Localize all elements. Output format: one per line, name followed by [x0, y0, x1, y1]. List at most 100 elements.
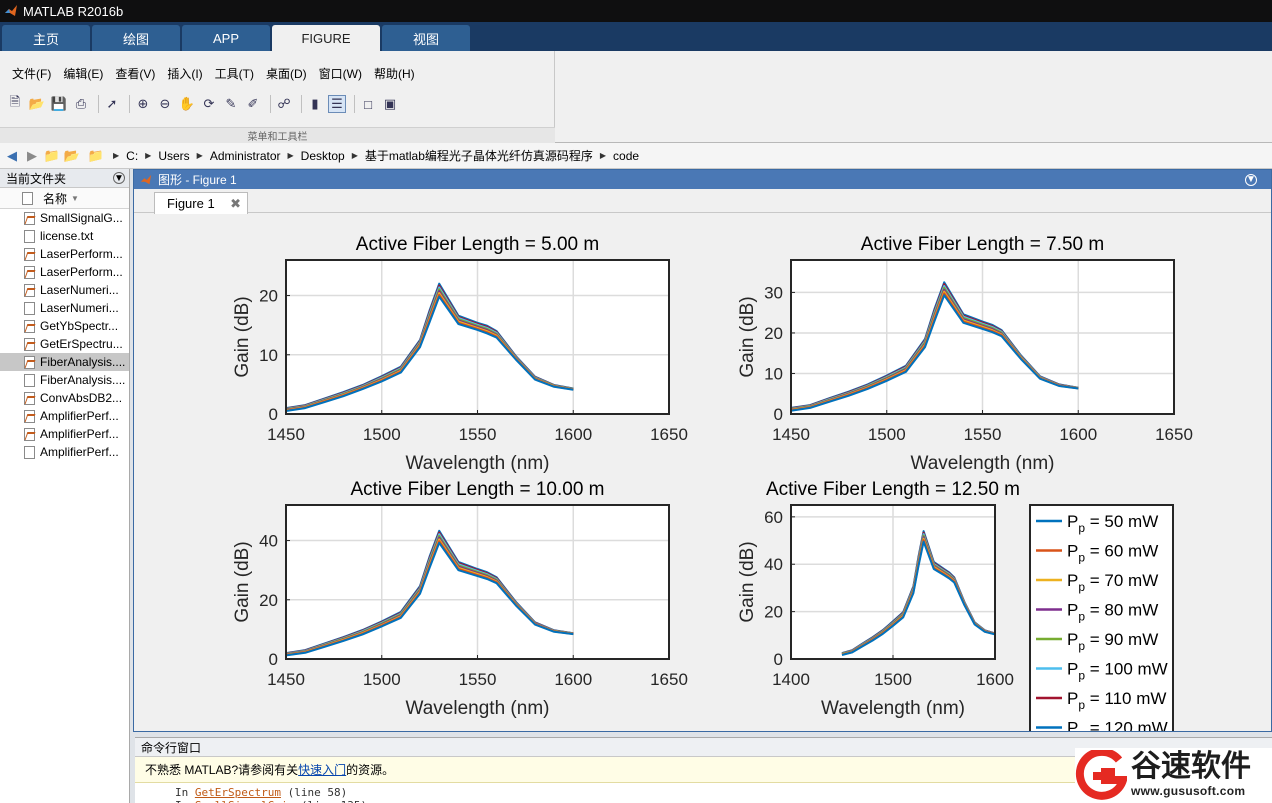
x-tick-label: 1550 — [459, 670, 497, 689]
fig-file-icon — [24, 373, 35, 387]
close-tab-icon[interactable]: ✖ — [230, 196, 241, 212]
matlab-logo-icon — [5, 5, 17, 16]
file-list: SmallSignalG... license.txt LaserPerform..… — [0, 209, 129, 461]
menu-item-6[interactable]: 窗口(W) — [313, 65, 368, 82]
rotate-3d-icon[interactable]: ⟳ — [200, 95, 218, 113]
subplot-4: 1400 1500 1600 0 20 40 60 Active Fiber Length =… — [737, 479, 1020, 719]
forward-arrow-icon[interactable]: ▶ — [22, 146, 42, 166]
file-list-item[interactable]: LaserNumeri... — [0, 281, 129, 299]
tab-figure-1[interactable]: Figure 1 ✖ — [154, 192, 248, 214]
subplot-3: 1450 1500 1550 1600 1650 0 20 40 Active Fiber Le… — [232, 479, 688, 719]
file-name: AmplifierPerf... — [40, 445, 119, 459]
new-figure-icon[interactable]: 🗎 — [6, 94, 24, 113]
breadcrumb-separator-icon[interactable]: ▶ — [352, 151, 358, 160]
breadcrumb-separator-icon[interactable]: ▶ — [600, 151, 606, 160]
file-list-item[interactable]: SmallSignalG... — [0, 209, 129, 227]
breadcrumb-separator-icon[interactable]: ▶ — [145, 151, 151, 160]
tab-app[interactable]: APP — [182, 25, 270, 51]
panel-options-icon[interactable]: ▼ — [113, 172, 125, 184]
menu-item-4[interactable]: 工具(T) — [209, 65, 260, 82]
breadcrumb-item[interactable]: code — [613, 149, 639, 163]
y-tick-label: 0 — [269, 650, 278, 669]
menu-item-7[interactable]: 帮助(H) — [368, 65, 421, 82]
toolbar-separator — [270, 95, 271, 113]
getting-started-link[interactable]: 快速入门 — [298, 761, 346, 778]
tab-figure[interactable]: FIGURE — [272, 25, 380, 51]
breadcrumb-separator-icon[interactable]: ▶ — [113, 151, 119, 160]
tab-主页[interactable]: 主页 — [2, 25, 90, 51]
file-list-item[interactable]: LaserPerform... — [0, 245, 129, 263]
legend-entry-prefix: P — [1067, 660, 1078, 679]
file-list-item[interactable]: FiberAnalysis.... — [0, 353, 129, 371]
colorbar-icon[interactable]: ▮ — [306, 95, 324, 113]
breadcrumb-item[interactable]: 基于matlab编程光子晶体光纤仿真源码程序 — [365, 147, 593, 164]
file-list-item[interactable]: GetYbSpectr... — [0, 317, 129, 335]
file-list-item[interactable]: AmplifierPerf... — [0, 425, 129, 443]
command-function-link[interactable]: GetErSpectrum — [195, 786, 281, 799]
breadcrumb-separator-icon[interactable]: ▶ — [197, 151, 203, 160]
menu-item-0[interactable]: 文件(F) — [6, 65, 57, 82]
figure-canvas[interactable]: 1450 1500 1550 1600 1650 0 10 20 Active Fiber Le… — [134, 214, 1271, 731]
data-cursor-icon[interactable]: ✎ — [222, 95, 240, 113]
y-tick-label: 60 — [764, 508, 783, 527]
x-tick-label: 1600 — [554, 425, 592, 444]
menu-item-1[interactable]: 编辑(E) — [57, 65, 109, 82]
up-folder-icon[interactable]: 📁 — [42, 146, 62, 166]
menu-item-2[interactable]: 查看(V) — [109, 65, 161, 82]
tab-视图[interactable]: 视图 — [382, 25, 470, 51]
link-plot-icon[interactable]: ☍ — [275, 95, 293, 113]
figure-toolbar: 🗎 📂 💾 ⎙ ➚ ⊕ ⊖ ✋ ⟳ ✎ ✐ ☍ ▮ ☰ □ ▣ — [6, 94, 403, 113]
window-title: MATLAB R2016b — [23, 3, 124, 19]
browse-folder-icon[interactable]: 📂 — [62, 146, 82, 166]
x-tick-label: 1450 — [267, 425, 305, 444]
open-file-icon[interactable]: 📂 — [28, 95, 46, 113]
file-name: AmplifierPerf... — [40, 409, 119, 423]
breadcrumb-separator-icon[interactable]: ▶ — [288, 151, 294, 160]
breadcrumb-item[interactable]: Administrator — [210, 149, 281, 163]
file-list-item[interactable]: ConvAbsDB2... — [0, 389, 129, 407]
zoom-out-icon[interactable]: ⊖ — [156, 95, 174, 113]
save-icon[interactable]: 💾 — [50, 95, 68, 113]
back-arrow-icon[interactable]: ◀ — [2, 146, 22, 166]
legend-icon[interactable]: ☰ — [328, 95, 346, 113]
figure-plot-area: 1450 1500 1550 1600 1650 0 10 20 Active Fiber Le… — [232, 234, 1193, 731]
legend-entry-prefix: P — [1067, 601, 1078, 620]
hide-plot-tools-icon[interactable]: □ — [359, 95, 377, 113]
breadcrumb-item[interactable]: Users — [158, 149, 189, 163]
figure-window-menu-icon[interactable]: ▼ — [1245, 173, 1257, 186]
subplot-title: Active Fiber Length = 12.50 m — [766, 479, 1020, 500]
menu-item-3[interactable]: 插入(I) — [161, 65, 208, 82]
file-list-item[interactable]: GetErSpectru... — [0, 335, 129, 353]
file-list-item[interactable]: LaserNumeri... — [0, 299, 129, 317]
figure-window-title: 图形 - Figure 1 — [158, 173, 237, 187]
menu-item-5[interactable]: 桌面(D) — [260, 65, 313, 82]
file-list-item[interactable]: LaserPerform... — [0, 263, 129, 281]
select-arrow-icon[interactable]: ➚ — [103, 95, 121, 113]
pan-hand-icon[interactable]: ✋ — [178, 95, 196, 113]
file-list-item[interactable]: AmplifierPerf... — [0, 443, 129, 461]
name-column-header[interactable]: 名称 ▼ — [0, 188, 129, 209]
zoom-in-icon[interactable]: ⊕ — [134, 95, 152, 113]
figure-window-titlebar: 图形 - Figure 1 ▼ — [134, 170, 1271, 189]
command-function-link[interactable]: SmallSignalGain — [195, 799, 294, 803]
tab-绘图[interactable]: 绘图 — [92, 25, 180, 51]
file-list-item[interactable]: FiberAnalysis.... — [0, 371, 129, 389]
menu-bar: 文件(F) 编辑(E) 查看(V) 插入(I) 工具(T) 桌面(D) 窗口(W) 帮助(H) — [6, 65, 421, 82]
y-axis-label: Gain (dB) — [232, 541, 253, 622]
legend-entry-value: = 80 mW — [1085, 601, 1158, 620]
breadcrumb-item[interactable]: Desktop — [301, 149, 345, 163]
figure-tab-bar: Figure 1 ✖ — [134, 189, 1271, 214]
file-list-item[interactable]: AmplifierPerf... — [0, 407, 129, 425]
file-list-item[interactable]: license.txt — [0, 227, 129, 245]
command-line-suffix: (line 58) — [280, 786, 348, 799]
brush-icon[interactable]: ✐ — [244, 95, 262, 113]
x-tick-label: 1500 — [363, 425, 401, 444]
mfile-icon — [24, 319, 35, 333]
print-icon[interactable]: ⎙ — [72, 95, 90, 113]
mfile-icon — [24, 409, 35, 423]
y-tick-label: 10 — [764, 364, 783, 383]
show-plot-tools-icon[interactable]: ▣ — [381, 95, 399, 113]
breadcrumb-item[interactable]: C: — [126, 149, 138, 163]
file-name: ConvAbsDB2... — [40, 391, 123, 405]
x-tick-label: 1650 — [1155, 425, 1193, 444]
